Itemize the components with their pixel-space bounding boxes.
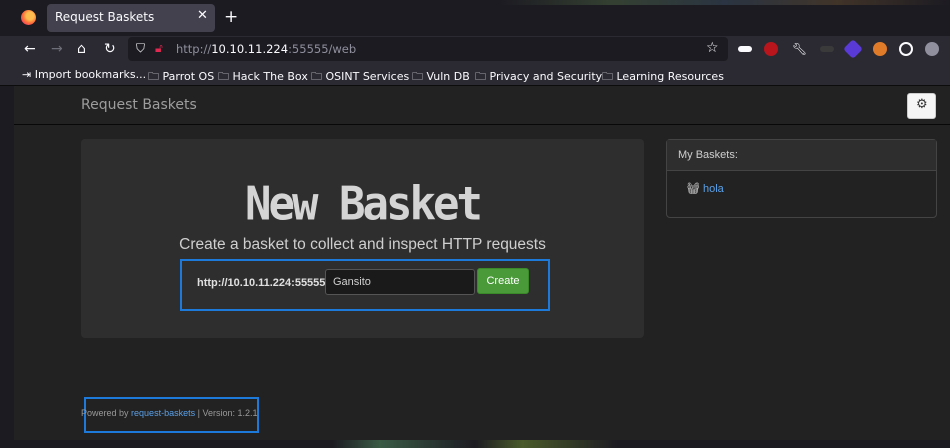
create-button[interactable]: Create	[477, 268, 529, 294]
firefox-menu-icon[interactable]	[21, 10, 36, 25]
desktop-background	[0, 440, 950, 448]
page-title: New Basket	[245, 177, 483, 232]
bookmark-folder-parrot[interactable]: 🗀︎ Parrot OS	[148, 68, 214, 87]
bookmark-import[interactable]: ⇥ Import bookmarks...	[22, 68, 146, 81]
back-icon[interactable]: ←	[24, 41, 36, 57]
bookmark-star-icon[interactable]: ☆	[706, 40, 719, 56]
new-basket-jumbotron: New Basket Create a basket to collect an…	[81, 139, 644, 338]
bookmarks-toolbar: ⇥ Import bookmarks... 🗀︎ Parrot OS 🗀︎ Ha…	[0, 64, 950, 86]
basket-name-input[interactable]	[325, 269, 475, 295]
basket-url-prefix: http://10.10.11.224:55555/	[197, 277, 329, 289]
browser-tab-bar: Request Baskets ✕ +	[0, 0, 950, 36]
footer: Powered by request-baskets | Version: 1.…	[81, 408, 258, 418]
gear-icon: ⚙	[916, 97, 928, 112]
my-baskets-panel: My Baskets: 🧺︎ hola	[666, 139, 937, 218]
app-brand[interactable]: Request Baskets	[81, 97, 197, 113]
browser-tab[interactable]: Request Baskets ✕	[47, 4, 215, 32]
reload-icon[interactable]: ↻	[104, 41, 116, 57]
wrench-extension-icon[interactable]: 🔧︎	[792, 42, 807, 56]
shield-icon[interactable]: ⛉	[136, 41, 145, 56]
request-baskets-link[interactable]: request-baskets	[131, 408, 195, 418]
my-baskets-title: My Baskets:	[678, 149, 738, 161]
bookmark-folder-osint[interactable]: 🗀︎ OSINT Services	[311, 68, 409, 87]
basket-icon: 🧺︎	[686, 183, 700, 195]
url-text[interactable]: http://10.10.11.224:55555/web	[176, 42, 356, 56]
close-tab-icon[interactable]: ✕	[197, 8, 208, 23]
tab-title: Request Baskets	[55, 10, 155, 24]
basket-link-hola[interactable]: 🧺︎ hola	[686, 182, 724, 195]
fox-extension-icon[interactable]	[873, 42, 887, 56]
container-extension-icon[interactable]	[899, 42, 913, 56]
new-tab-icon[interactable]: +	[224, 7, 238, 27]
home-icon[interactable]: ⌂	[77, 41, 86, 57]
bookmark-folder-privacy[interactable]: 🗀︎ Privacy and Security	[475, 68, 602, 87]
bookmark-folder-learning[interactable]: 🗀︎ Learning Resources	[602, 68, 724, 87]
profile-extension-icon[interactable]	[925, 42, 939, 56]
browser-nav-bar: ← → ⌂ ↻ ⛉ 🔓︎ http://10.10.11.224:55555/w…	[0, 36, 950, 64]
my-baskets-header: My Baskets:	[667, 140, 936, 171]
background-decoration	[500, 0, 950, 5]
ublock-extension-icon[interactable]	[764, 42, 778, 56]
hat-extension-icon[interactable]	[820, 46, 834, 52]
address-bar[interactable]: ⛉ 🔓︎ http://10.10.11.224:55555/web ☆	[128, 37, 728, 61]
page-subtitle: Create a basket to collect and inspect H…	[179, 236, 546, 253]
mask-extension-icon[interactable]	[738, 46, 752, 52]
version-text: | Version: 1.2.1	[197, 408, 258, 418]
bookmark-folder-vulndb[interactable]: 🗀︎ Vuln DB	[412, 68, 470, 87]
forward-icon[interactable]: →	[51, 41, 63, 57]
page-content: Request Baskets ⚙ New Basket Create a ba…	[14, 86, 950, 440]
app-navbar: Request Baskets ⚙	[14, 86, 950, 125]
bookmark-folder-htb[interactable]: 🗀︎ Hack The Box	[218, 68, 308, 87]
settings-button[interactable]: ⚙	[907, 93, 936, 119]
insecure-lock-icon[interactable]: 🔓︎	[155, 41, 163, 56]
create-basket-form: http://10.10.11.224:55555/ Create	[180, 259, 550, 311]
diamond-extension-icon[interactable]	[843, 39, 863, 59]
